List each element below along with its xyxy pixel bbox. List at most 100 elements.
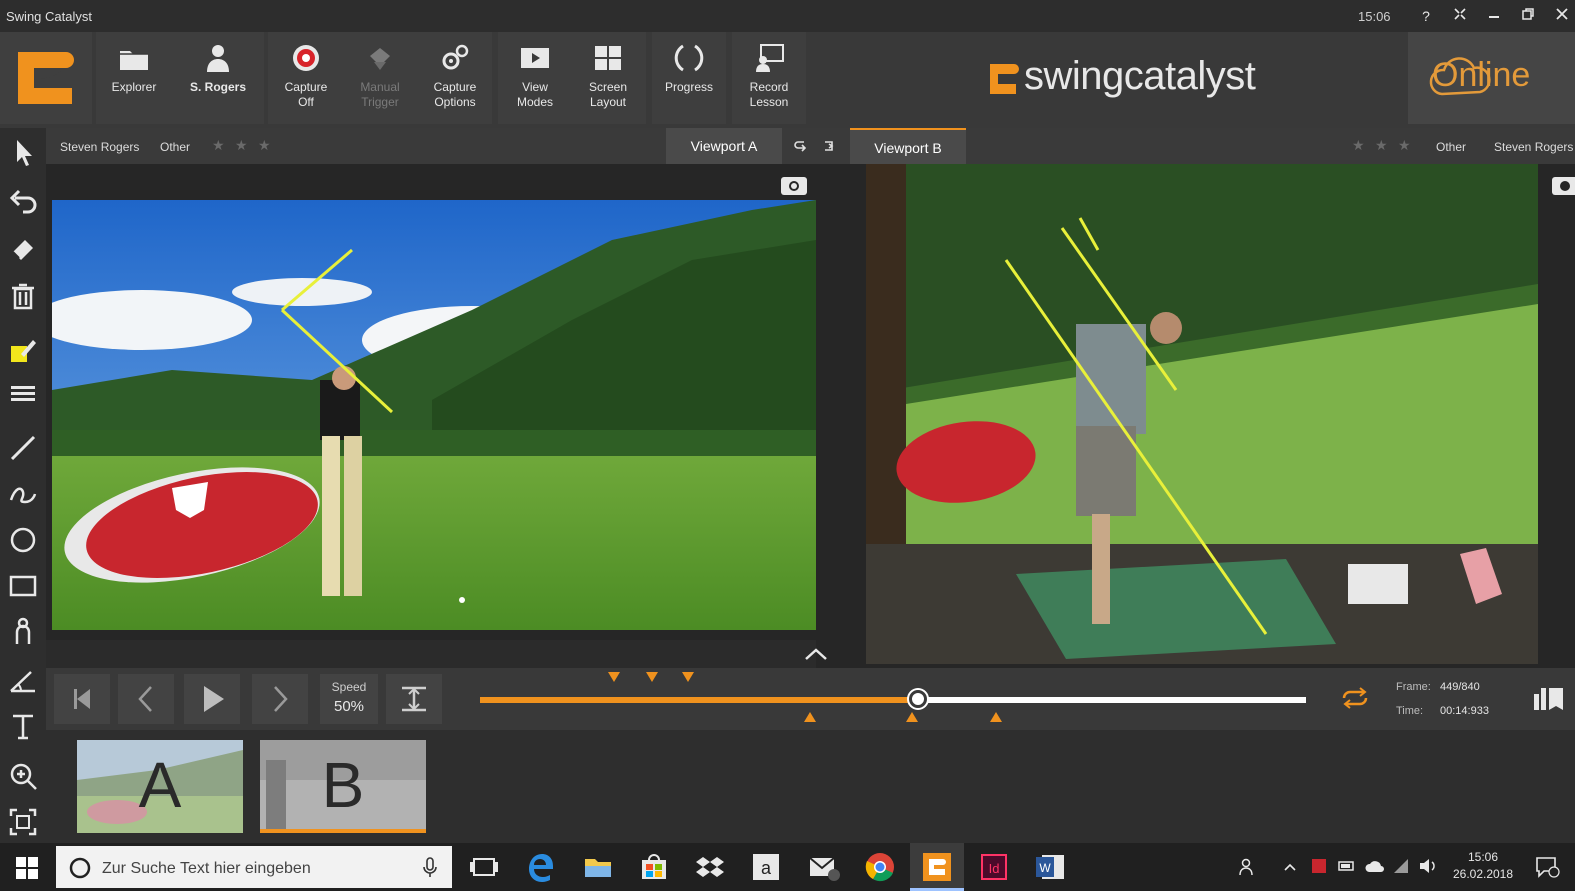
battery-icon[interactable] bbox=[1338, 857, 1356, 875]
taskbar-swingcatalyst-active[interactable] bbox=[910, 843, 964, 891]
play-button[interactable] bbox=[184, 674, 240, 724]
acrobat-tray-icon[interactable] bbox=[1310, 857, 1328, 875]
snapshot-camera-icon[interactable] bbox=[780, 176, 808, 196]
indesign-icon[interactable]: Id bbox=[976, 849, 1012, 885]
viewport-a-player[interactable]: Steven Rogers bbox=[60, 140, 139, 154]
panel-toggle-icon[interactable] bbox=[1530, 684, 1566, 714]
file-explorer-icon[interactable] bbox=[580, 849, 616, 885]
amazon-icon[interactable]: a bbox=[748, 849, 784, 885]
color-picker-icon[interactable] bbox=[7, 334, 39, 366]
app-logo[interactable] bbox=[0, 32, 92, 124]
capture-options-button[interactable]: Capture Options bbox=[424, 36, 486, 122]
timeline-scrubber[interactable] bbox=[908, 690, 927, 708]
rectangle-tool-icon[interactable] bbox=[7, 570, 39, 602]
people-icon[interactable] bbox=[1238, 857, 1258, 877]
rating-star-icon[interactable]: ★ bbox=[1375, 138, 1389, 152]
thumbnail-a-letter: A bbox=[138, 749, 182, 821]
sync-left-icon[interactable] bbox=[792, 138, 808, 154]
rating-star-icon[interactable]: ★ bbox=[1398, 138, 1412, 152]
cloud-tray-icon[interactable] bbox=[1364, 857, 1384, 875]
windows-start-icon[interactable] bbox=[16, 857, 38, 879]
fit-frame-icon[interactable] bbox=[7, 806, 39, 838]
rating-star-icon[interactable]: ★ bbox=[212, 138, 226, 152]
chevron-right-icon bbox=[274, 686, 288, 712]
rating-star-icon[interactable]: ★ bbox=[1352, 138, 1366, 152]
line-weight-icon[interactable] bbox=[7, 378, 39, 410]
app-title: Swing Catalyst bbox=[6, 9, 92, 24]
thumbnail-b[interactable]: B bbox=[260, 740, 426, 833]
zoom-icon[interactable] bbox=[7, 760, 39, 792]
chrome-icon[interactable] bbox=[862, 849, 898, 885]
task-view-icon[interactable] bbox=[466, 849, 502, 885]
view-modes-button[interactable]: View Modes bbox=[505, 36, 565, 122]
marker-down-icon[interactable] bbox=[608, 672, 620, 682]
online-label: Online bbox=[1432, 56, 1531, 94]
body-tool-icon[interactable] bbox=[7, 616, 39, 648]
circle-tool-icon[interactable] bbox=[7, 524, 39, 556]
loop-icon[interactable] bbox=[1338, 686, 1372, 710]
notifications-icon[interactable] bbox=[1534, 855, 1560, 879]
video-b[interactable] bbox=[866, 164, 1538, 664]
help-icon[interactable]: ? bbox=[1416, 6, 1436, 26]
chevron-left-icon bbox=[138, 686, 152, 712]
marker-down-icon[interactable] bbox=[682, 672, 694, 682]
fullscreen-icon[interactable] bbox=[1450, 6, 1470, 26]
mail-icon[interactable] bbox=[806, 849, 842, 885]
viewport-b-category[interactable]: Other bbox=[1436, 140, 1466, 154]
explorer-button[interactable]: Explorer bbox=[104, 36, 164, 122]
thumbnail-a[interactable]: A bbox=[77, 740, 243, 833]
chevron-up-tray-icon[interactable] bbox=[1282, 859, 1298, 875]
undo-icon[interactable] bbox=[7, 186, 39, 218]
marker-down-icon[interactable] bbox=[646, 672, 658, 682]
marker-up-icon[interactable] bbox=[804, 712, 816, 722]
sync-right-icon[interactable] bbox=[822, 138, 838, 154]
text-tool-icon[interactable] bbox=[7, 710, 39, 742]
word-icon[interactable]: W bbox=[1032, 849, 1068, 885]
skip-to-start-button[interactable] bbox=[54, 674, 110, 724]
marker-up-icon[interactable] bbox=[906, 712, 918, 722]
manual-trigger-button[interactable]: Manual Trigger bbox=[350, 36, 410, 122]
online-button[interactable]: Online bbox=[1408, 32, 1575, 124]
chevron-up-icon[interactable] bbox=[800, 644, 832, 664]
tab-viewport-b[interactable]: Viewport B bbox=[850, 128, 966, 164]
screen-layout-button[interactable]: Screen Layout bbox=[578, 36, 638, 122]
user-button[interactable]: S. Rogers bbox=[180, 36, 256, 122]
system-clock[interactable]: 15:06 26.02.2018 bbox=[1448, 849, 1518, 883]
viewport-b-player[interactable]: Steven Rogers bbox=[1494, 140, 1573, 154]
pointer-icon[interactable] bbox=[7, 136, 39, 168]
previous-frame-button[interactable] bbox=[118, 674, 174, 724]
microphone-icon[interactable] bbox=[422, 857, 438, 879]
edge-browser-icon[interactable] bbox=[522, 849, 558, 885]
video-a[interactable] bbox=[52, 200, 816, 630]
speed-control[interactable]: Speed 50% bbox=[320, 674, 378, 724]
line-tool-icon[interactable] bbox=[7, 432, 39, 464]
snapshot-camera-icon[interactable] bbox=[1551, 176, 1575, 196]
viewport-a[interactable] bbox=[46, 164, 816, 640]
viewport-b[interactable] bbox=[816, 164, 1575, 668]
trash-icon[interactable] bbox=[7, 280, 39, 312]
taskbar-search-input[interactable]: Zur Suche Text hier eingeben bbox=[56, 846, 452, 888]
capture-options-line2: Options bbox=[434, 95, 476, 109]
minimize-icon[interactable] bbox=[1484, 6, 1504, 26]
rating-star-icon[interactable]: ★ bbox=[258, 138, 272, 152]
marker-up-icon[interactable] bbox=[990, 712, 1002, 722]
rating-star-icon[interactable]: ★ bbox=[235, 138, 249, 152]
freehand-icon[interactable] bbox=[7, 476, 39, 508]
store-icon[interactable] bbox=[636, 849, 672, 885]
record-lesson-button[interactable]: Record Lesson bbox=[736, 36, 802, 122]
trim-button[interactable] bbox=[386, 674, 442, 724]
capture-off-button[interactable]: Capture Off bbox=[276, 36, 336, 122]
next-frame-button[interactable] bbox=[252, 674, 308, 724]
close-icon[interactable] bbox=[1552, 6, 1572, 26]
angle-tool-icon[interactable] bbox=[7, 664, 39, 696]
timeline[interactable] bbox=[480, 668, 1310, 730]
eraser-icon[interactable] bbox=[7, 232, 39, 264]
progress-icon bbox=[674, 44, 704, 72]
tab-viewport-a[interactable]: Viewport A bbox=[666, 128, 782, 164]
restore-icon[interactable] bbox=[1518, 6, 1538, 26]
dropbox-icon[interactable] bbox=[692, 849, 728, 885]
viewport-a-category[interactable]: Other bbox=[160, 140, 190, 154]
progress-button[interactable]: Progress bbox=[654, 36, 724, 122]
volume-icon[interactable] bbox=[1418, 857, 1438, 875]
wifi-icon[interactable] bbox=[1392, 857, 1410, 875]
